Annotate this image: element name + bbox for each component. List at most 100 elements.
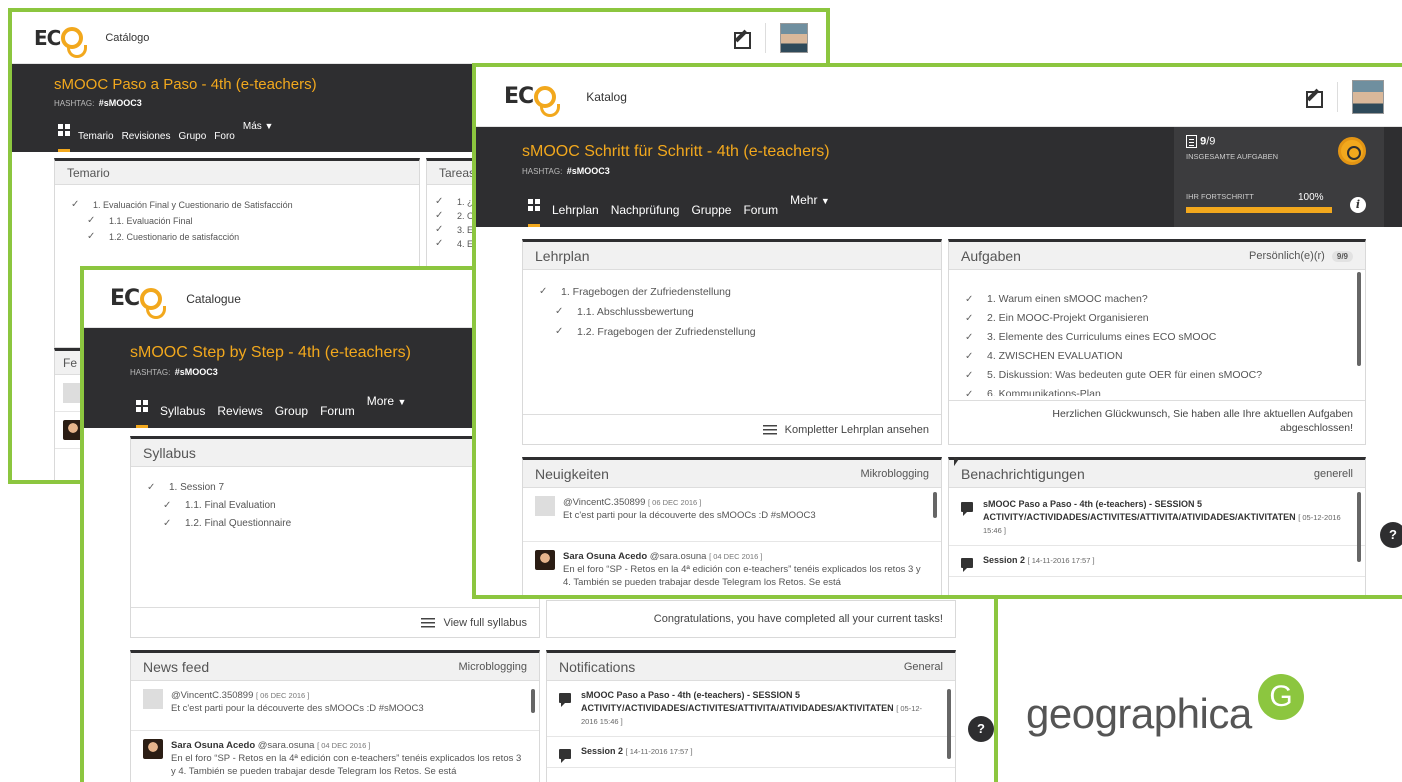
list-item[interactable]: ✓ 1. Warum einen sMOOC machen? bbox=[965, 290, 1349, 309]
tab-reviews[interactable]: Revisiones bbox=[122, 131, 171, 152]
tab-reviews[interactable]: Reviews bbox=[217, 404, 262, 428]
help-button[interactable]: ? bbox=[968, 716, 994, 742]
scrollbar[interactable] bbox=[933, 492, 937, 518]
avatar[interactable] bbox=[1352, 79, 1384, 114]
tab-forum[interactable]: Foro bbox=[214, 131, 235, 152]
chevron-down-icon: ▼ bbox=[397, 397, 407, 407]
avatar bbox=[535, 496, 555, 516]
list-icon bbox=[1186, 135, 1197, 148]
tab-group[interactable]: Group bbox=[275, 404, 308, 428]
tasks-header: Aufgaben Persönlich(e)(r) 9/9 bbox=[949, 242, 1365, 270]
list-item[interactable]: ✓ 1.2. Fragebogen der Zufriedenstellung bbox=[539, 322, 925, 342]
progress-box: 9/9 INSGESAMTE AUFGABEN IHR FORTSCHRITT … bbox=[1174, 127, 1384, 227]
list-item[interactable]: ✓ 1.2. Final Questionnaire bbox=[147, 515, 523, 533]
syllabus-list: ✓ 1. Evaluación Final y Cuestionario de S… bbox=[55, 185, 419, 257]
chat-icon bbox=[961, 502, 973, 516]
check-icon: ✓ bbox=[965, 313, 974, 324]
catalog-link[interactable]: Catálogo bbox=[105, 32, 149, 44]
tab-home[interactable] bbox=[136, 400, 148, 428]
list-item[interactable]: sMOOC Paso a Paso - 4th (e-teachers) - S… bbox=[949, 488, 1365, 546]
tasks-list: ✓ 1. Warum einen sMOOC machen? ✓ 2. Ein MO… bbox=[949, 270, 1365, 396]
check-icon: ✓ bbox=[163, 500, 172, 511]
tab-group[interactable]: Gruppe bbox=[691, 203, 731, 227]
tab-forum[interactable]: Forum bbox=[743, 203, 778, 227]
edit-icon[interactable] bbox=[1305, 88, 1323, 108]
avatar[interactable] bbox=[780, 22, 808, 53]
list-item[interactable]: ✓ 3. Elemente des Curriculums eines ECO s… bbox=[965, 328, 1349, 347]
check-icon: ✓ bbox=[965, 332, 974, 343]
hashtag[interactable]: #sMOOC3 bbox=[99, 98, 142, 108]
top-bar: EC Catálogo bbox=[12, 12, 826, 64]
personal-filter[interactable]: Persönlich(e)(r) 9/9 bbox=[1249, 250, 1353, 262]
microblogging-filter[interactable]: Microblogging bbox=[459, 661, 527, 673]
avatar bbox=[535, 550, 555, 570]
eco-logo[interactable]: EC bbox=[110, 286, 167, 319]
scrollbar[interactable] bbox=[531, 689, 535, 713]
list-item[interactable]: ✓ 2. Ein MOOC-Projekt Organisieren bbox=[965, 309, 1349, 328]
feed-user[interactable]: @sara.osuna bbox=[258, 740, 315, 751]
syllabus-panel: Lehrplan ✓ 1. Fragebogen der Zufriedenste… bbox=[522, 239, 942, 445]
check-icon: ✓ bbox=[87, 215, 96, 226]
hashtag[interactable]: #sMOOC3 bbox=[175, 367, 218, 377]
list-item[interactable]: ✓ 1. Evaluación Final y Cuestionario de S… bbox=[71, 197, 403, 213]
list-item[interactable]: ✓ 1. Fragebogen der Zufriedenstellung bbox=[539, 282, 925, 302]
list-icon bbox=[421, 617, 436, 628]
check-icon: ✓ bbox=[965, 294, 974, 305]
check-icon: ✓ bbox=[965, 351, 974, 362]
tab-reviews[interactable]: Nachprüfung bbox=[611, 203, 680, 227]
list-item[interactable]: ✓ 1. Session 7 bbox=[147, 479, 523, 497]
tasks-panel: Congratulations, you have completed all … bbox=[546, 600, 956, 638]
catalog-link[interactable]: Katalog bbox=[586, 90, 627, 104]
eco-logo[interactable]: EC bbox=[504, 84, 561, 117]
list-item[interactable]: sMOOC Paso a Paso - 4th (e-teachers) - S… bbox=[547, 681, 955, 737]
feed-header: Neuigkeiten Mikroblogging bbox=[523, 460, 941, 488]
logo-ring-icon bbox=[140, 287, 167, 319]
chat-icon bbox=[559, 749, 571, 763]
list-item[interactable]: ✓ 1.1. Final Evaluation bbox=[147, 497, 523, 515]
general-filter[interactable]: General bbox=[904, 661, 943, 673]
view-full-syllabus-button[interactable]: View full syllabus bbox=[131, 607, 539, 637]
tab-syllabus[interactable]: Temario bbox=[78, 131, 114, 152]
tab-more[interactable]: Mehr ▼ bbox=[790, 193, 830, 227]
list-item[interactable]: ✓ 1.1. Evaluación Final bbox=[71, 213, 403, 229]
list-item[interactable]: ✓ 6. Kommunikations-Plan bbox=[965, 385, 1349, 396]
microblogging-filter[interactable]: Mikroblogging bbox=[861, 468, 929, 480]
tab-home[interactable] bbox=[58, 124, 70, 152]
list-item: @VincentC.350899 [ 06 DEC 2016 ] Et c'es… bbox=[523, 488, 941, 542]
notifications-header: Benachrichtigungen generell bbox=[949, 460, 1365, 488]
feed-user[interactable]: @sara.osuna bbox=[650, 551, 707, 562]
tab-more[interactable]: Más ▼ bbox=[243, 121, 274, 152]
scrollbar[interactable] bbox=[1357, 492, 1361, 562]
help-button[interactable]: ? bbox=[1380, 522, 1402, 548]
edit-icon[interactable] bbox=[733, 29, 751, 49]
list-item[interactable]: ✓ 4. ZWISCHEN EVALUATION bbox=[965, 347, 1349, 366]
tab-group[interactable]: Grupo bbox=[179, 131, 207, 152]
feed-user[interactable]: @VincentC.350899 bbox=[171, 690, 253, 701]
list-item[interactable]: ✓ 1.2. Cuestionario de satisfacción bbox=[71, 229, 403, 245]
tab-home[interactable] bbox=[528, 199, 540, 227]
list-item[interactable]: Session 2 [ 14-11-2016 17:57 ] bbox=[547, 737, 955, 768]
tab-forum[interactable]: Forum bbox=[320, 404, 355, 428]
chat-icon bbox=[559, 693, 571, 707]
feed-user[interactable]: @VincentC.350899 bbox=[563, 497, 645, 508]
scrollbar[interactable] bbox=[1357, 272, 1361, 366]
tab-syllabus[interactable]: Syllabus bbox=[160, 404, 205, 428]
scrollbar[interactable] bbox=[947, 689, 951, 759]
panel-title: Lehrplan bbox=[523, 242, 941, 270]
list-item[interactable]: ✓ 1.1. Abschlussbewertung bbox=[539, 302, 925, 322]
view-full-syllabus-button[interactable]: Kompletter Lehrplan ansehen bbox=[523, 414, 941, 444]
logo-ring-icon bbox=[61, 26, 88, 58]
catalog-link[interactable]: Catalogue bbox=[186, 292, 241, 306]
check-icon: ✓ bbox=[147, 482, 156, 493]
info-icon[interactable]: i bbox=[1350, 197, 1366, 213]
general-filter[interactable]: generell bbox=[1314, 468, 1353, 480]
list-item[interactable]: ✓ 5. Diskussion: Was bedeuten gute OER fü… bbox=[965, 366, 1349, 385]
tab-more[interactable]: More ▼ bbox=[367, 394, 407, 428]
eco-logo[interactable]: EC bbox=[34, 26, 88, 58]
panel-title: Temario bbox=[55, 161, 419, 185]
notifications-panel: Notifications General sMOOC Paso a Paso … bbox=[546, 650, 956, 782]
list-item[interactable]: Session 2 [ 14-11-2016 17:57 ] bbox=[949, 546, 1365, 577]
hashtag[interactable]: #sMOOC3 bbox=[567, 166, 610, 176]
tab-syllabus[interactable]: Lehrplan bbox=[552, 203, 599, 227]
grid-icon bbox=[528, 199, 540, 211]
